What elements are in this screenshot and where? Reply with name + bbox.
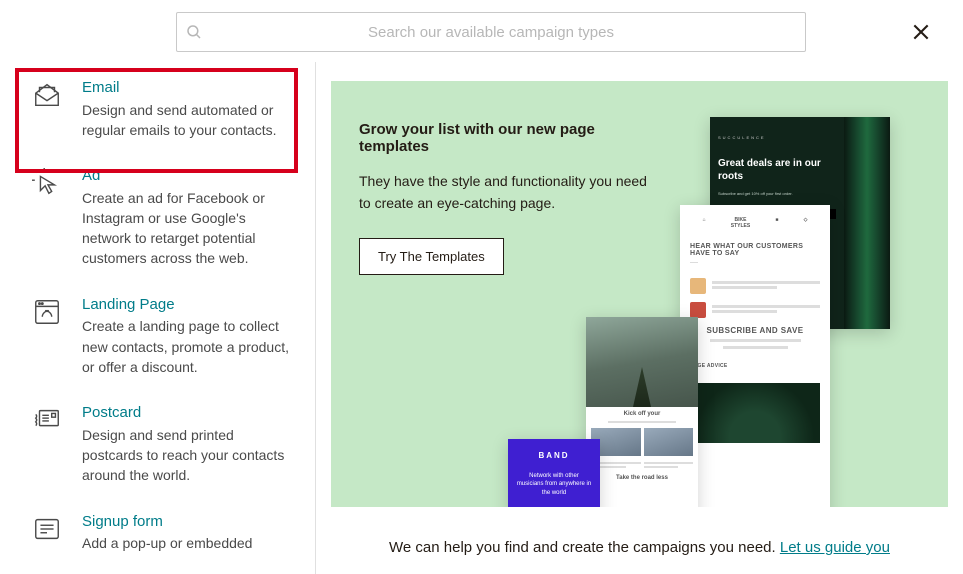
try-templates-button[interactable]: Try The Templates bbox=[359, 238, 504, 275]
sidebar-item-desc: Design and send printed postcards to rea… bbox=[82, 425, 297, 486]
sidebar-item-postcard[interactable]: Postcard Design and send printed postcar… bbox=[0, 395, 315, 503]
postcard-icon bbox=[32, 403, 66, 485]
template-brand: SUCCULENCE bbox=[718, 135, 836, 140]
campaign-type-sidebar: Email Design and send automated or regul… bbox=[0, 62, 316, 574]
sidebar-item-desc: Create an ad for Facebook or Instagram o… bbox=[82, 188, 297, 269]
template-preview-purple: BAND Network with other musicians from a… bbox=[508, 439, 600, 507]
sidebar-item-title: Ad bbox=[82, 166, 297, 186]
template-image bbox=[690, 383, 820, 443]
template-heading: Great deals are in our roots bbox=[718, 158, 836, 183]
search-field[interactable] bbox=[176, 12, 806, 52]
footer-help-text: We can help you find and create the camp… bbox=[331, 507, 948, 556]
landing-page-icon bbox=[32, 295, 66, 377]
email-icon bbox=[32, 78, 66, 140]
sidebar-item-desc: Create a landing page to collect new con… bbox=[82, 316, 297, 377]
search-icon bbox=[177, 23, 211, 41]
template-previews: SUCCULENCE Great deals are in our roots … bbox=[508, 117, 948, 507]
sidebar-item-landing-page[interactable]: Landing Page Create a landing page to co… bbox=[0, 287, 315, 395]
ad-cursor-icon bbox=[32, 166, 66, 269]
top-bar bbox=[0, 0, 963, 62]
template-image bbox=[844, 117, 890, 329]
hero-banner: Grow your list with our new page templat… bbox=[331, 81, 948, 507]
sidebar-item-email[interactable]: Email Design and send automated or regul… bbox=[0, 70, 315, 158]
main-panel: Grow your list with our new page templat… bbox=[316, 62, 963, 574]
close-icon[interactable] bbox=[905, 16, 937, 48]
template-image bbox=[586, 317, 698, 407]
template-preview-tall: ⌂ BIKE STYLES ■ ◇ HEAR WHAT OUR CUSTOMER… bbox=[680, 205, 830, 507]
sidebar-item-signup-form[interactable]: Signup form Add a pop-up or embedded bbox=[0, 504, 315, 572]
template-preview-mid: Kick off your Take the road less bbox=[586, 317, 698, 507]
sidebar-item-title: Landing Page bbox=[82, 295, 297, 315]
signup-form-icon bbox=[32, 512, 66, 554]
sidebar-item-desc: Design and send automated or regular ema… bbox=[82, 100, 297, 141]
sidebar-item-desc: Add a pop-up or embedded bbox=[82, 533, 252, 553]
sidebar-item-title: Postcard bbox=[82, 403, 297, 423]
search-input[interactable] bbox=[211, 24, 805, 41]
template-subtext: Subscribe and get 10% off your first ord… bbox=[718, 191, 836, 197]
sidebar-item-title: Email bbox=[82, 78, 297, 98]
sidebar-item-ad[interactable]: Ad Create an ad for Facebook or Instagra… bbox=[0, 158, 315, 287]
sidebar-item-title: Signup form bbox=[82, 512, 252, 532]
guide-link[interactable]: Let us guide you bbox=[780, 539, 890, 556]
